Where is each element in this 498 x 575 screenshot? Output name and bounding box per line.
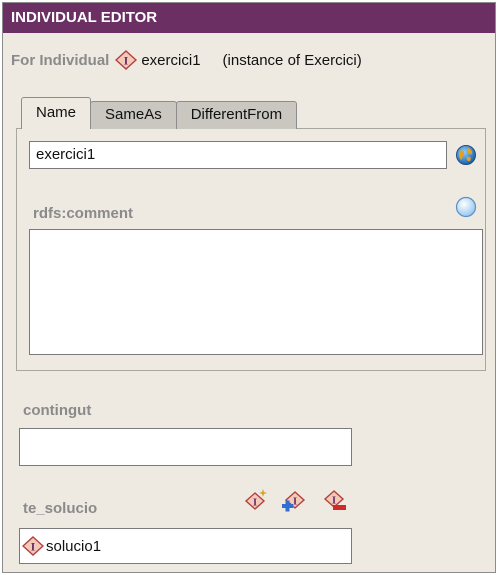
name-field[interactable]: exercici1 (29, 141, 447, 169)
rdfs-comment-label: rdfs:comment (33, 205, 134, 222)
svg-text:I: I (293, 496, 297, 508)
svg-text:I: I (253, 497, 257, 509)
contingut-label: contingut (23, 402, 92, 419)
editor-title: INDIVIDUAL EDITOR (3, 3, 495, 33)
list-item[interactable]: solucio1 (46, 538, 101, 555)
instance-of-text: (instance of Exercici) (222, 51, 362, 69)
tab-name[interactable]: Name (21, 97, 92, 129)
individual-name: exercici1 (141, 51, 201, 69)
individual-diamond-icon: I (22, 536, 44, 556)
create-individual-icon[interactable]: I (244, 487, 270, 513)
for-individual-label: For Individual (11, 51, 110, 69)
add-individual-icon[interactable]: I (280, 489, 306, 515)
contingut-field[interactable] (19, 428, 352, 466)
tab-bar: Name SameAs DifferentFrom (21, 97, 298, 129)
for-individual-row: For Individual I exercici1 (instance of … (11, 49, 362, 71)
globe-icon[interactable] (455, 144, 477, 166)
remove-individual-icon[interactable]: I (323, 489, 349, 515)
svg-text:I: I (31, 540, 36, 554)
tab-sameas[interactable]: SameAs (90, 101, 177, 129)
svg-text:I: I (332, 495, 336, 507)
individual-editor-panel: INDIVIDUAL EDITOR For Individual I exerc… (2, 2, 496, 573)
te-solucio-label: te_solucio (23, 500, 98, 517)
te-solucio-list[interactable]: I solucio1 (19, 528, 352, 564)
tab-differentfrom[interactable]: DifferentFrom (175, 101, 298, 129)
svg-text:I: I (124, 54, 129, 68)
rdfs-comment-textarea[interactable] (29, 229, 483, 355)
comment-bubble-icon[interactable] (455, 196, 477, 218)
individual-diamond-icon: I (115, 50, 138, 70)
